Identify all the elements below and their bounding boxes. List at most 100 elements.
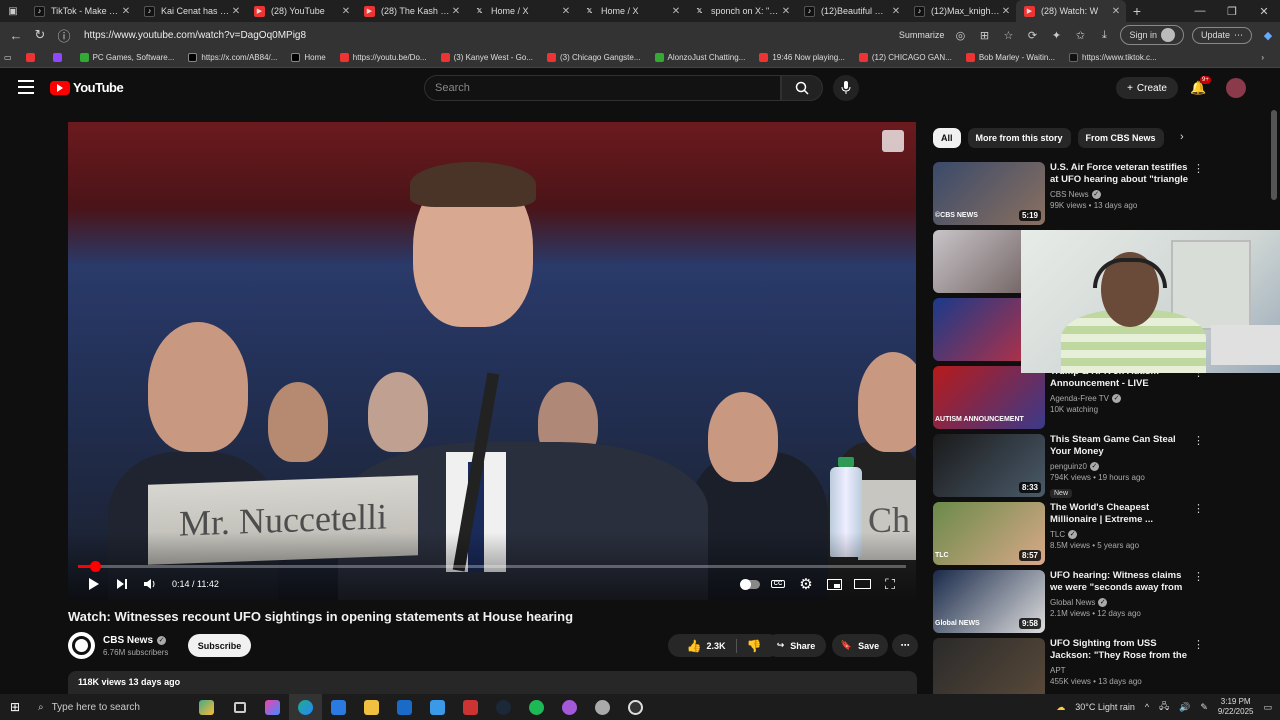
recommendation-channel[interactable]: Agenda-Free TV xyxy=(1050,394,1109,403)
recommendation-thumbnail[interactable]: Global NEWS 9:58 xyxy=(933,570,1045,633)
search-input[interactable] xyxy=(435,82,780,94)
widgets-icon[interactable] xyxy=(190,694,223,720)
tab-actions-icon[interactable]: ▣ xyxy=(0,0,26,22)
recommendation-item[interactable]: AUTISM ANNOUNCEMENT Trump & RFK Jr. Autis… xyxy=(933,366,1273,430)
bookmark-item[interactable]: Home xyxy=(291,53,326,62)
progress-bar[interactable] xyxy=(78,561,906,572)
user-avatar[interactable] xyxy=(1226,78,1246,98)
recommendation-menu-icon[interactable]: ⋮ xyxy=(1193,162,1204,175)
new-tab-button[interactable]: + xyxy=(1126,3,1148,19)
recommendation-thumbnail[interactable]: ©CBS NEWS 5:19 xyxy=(933,162,1045,225)
recommendation-thumbnail[interactable]: TLC 8:57 xyxy=(933,502,1045,565)
volume-button[interactable] xyxy=(136,572,164,596)
browser-tab[interactable]: ▶ (28) YouTube ✕ xyxy=(246,0,356,22)
voice-search-button[interactable] xyxy=(833,75,859,101)
close-tab-icon[interactable]: ✕ xyxy=(780,6,792,17)
like-button[interactable]: 👍 2.3K xyxy=(687,639,726,653)
recommendation-item[interactable]: UFO Sighting from USS Jackson: "They Ros… xyxy=(933,638,1273,702)
favorites-icon[interactable]: ✩ xyxy=(1072,29,1088,42)
recommendation-channel[interactable]: APT xyxy=(1050,666,1066,675)
chips-next-icon[interactable]: › xyxy=(1180,131,1184,143)
more-actions-button[interactable]: ⋯ xyxy=(892,634,918,657)
recommendation-menu-icon[interactable]: ⋮ xyxy=(1193,502,1204,515)
summarize-button[interactable]: Summarize xyxy=(899,30,945,40)
notifications-button[interactable]: 🔔 9+ xyxy=(1190,76,1211,96)
filter-chip[interactable]: From CBS News xyxy=(1077,128,1164,148)
recommendation-thumbnail[interactable]: 8:33 xyxy=(933,434,1045,497)
recommendation-title[interactable]: The World's Cheapest Millionaire | Extre… xyxy=(1050,502,1190,526)
close-tab-icon[interactable]: ✕ xyxy=(1110,6,1122,17)
refresh-extension-icon[interactable]: ⟳ xyxy=(1024,29,1040,42)
close-tab-icon[interactable]: ✕ xyxy=(230,6,242,17)
bookmark-item[interactable]: PC Games, Software... xyxy=(79,53,174,62)
search-button[interactable] xyxy=(781,75,823,101)
recommendation-thumbnail[interactable] xyxy=(933,638,1045,701)
page-scrollbar[interactable] xyxy=(1270,110,1278,690)
recommendation-menu-icon[interactable]: ⋮ xyxy=(1193,638,1204,651)
obs-icon[interactable] xyxy=(619,694,652,720)
copilot-app-icon[interactable] xyxy=(256,694,289,720)
recommendation-title[interactable]: This Steam Game Can Steal Your Money xyxy=(1050,434,1190,458)
app-grey-icon[interactable] xyxy=(586,694,619,720)
browser-tab[interactable]: ♪ TikTok - Make Your ✕ xyxy=(26,0,136,22)
channel-name[interactable]: CBS News xyxy=(103,635,153,646)
store-icon[interactable] xyxy=(322,694,355,720)
browser-tab[interactable]: ▶ (28) The Kash Patel✕ xyxy=(356,0,466,22)
close-tab-icon[interactable]: ✕ xyxy=(450,6,462,17)
close-window-icon[interactable]: ✕ xyxy=(1248,5,1280,18)
hamburger-menu-icon[interactable] xyxy=(18,80,34,94)
recommendation-item[interactable]: Global NEWS 9:58 UFO hearing: Witness clai… xyxy=(933,570,1273,634)
channel-avatar[interactable] xyxy=(68,632,95,659)
autoplay-toggle[interactable] xyxy=(736,572,764,596)
browser-tab[interactable]: 𝕏sponch on X: "Fram✕ xyxy=(686,0,796,22)
dislike-button[interactable]: 👎 xyxy=(747,639,762,653)
browser-tab[interactable]: 𝕏 Home / X ✕ xyxy=(466,0,576,22)
app-red-icon[interactable] xyxy=(454,694,487,720)
description-box[interactable]: 118K views 13 days ago xyxy=(68,671,917,695)
browser-tab[interactable]: 𝕏 Home / X ✕ xyxy=(576,0,686,22)
site-info-icon[interactable]: ⓘ xyxy=(52,26,76,45)
back-icon[interactable]: ← xyxy=(4,28,28,43)
copilot-icon[interactable]: ◆ xyxy=(1260,29,1276,42)
weather-text[interactable]: 30°C Light rain xyxy=(1075,702,1135,712)
bookmark-item[interactable]: https://youtu.be/Do... xyxy=(339,53,427,62)
filter-chip[interactable]: All xyxy=(933,128,961,148)
spotify-icon[interactable] xyxy=(520,694,553,720)
play-button[interactable] xyxy=(80,572,108,596)
captions-button[interactable]: CC xyxy=(764,572,792,596)
recommendation-item[interactable]: ©CBS NEWS 5:19 U.S. Air Force veteran test… xyxy=(933,162,1273,226)
bookmark-item[interactable]: 19:46 Now playing... xyxy=(759,53,845,62)
apps-icon[interactable]: ⊞ xyxy=(976,29,992,42)
outlook-icon[interactable] xyxy=(388,694,421,720)
theater-mode-button[interactable] xyxy=(848,572,876,596)
notification-center-icon[interactable]: ▭ xyxy=(1263,702,1272,713)
close-tab-icon[interactable]: ✕ xyxy=(120,6,132,17)
bookmark-item[interactable] xyxy=(52,53,66,62)
bookmark-item[interactable] xyxy=(25,53,39,62)
reader-icon[interactable]: ◎ xyxy=(952,29,968,42)
task-view-icon[interactable] xyxy=(223,694,256,720)
bookmark-folder-icon[interactable]: ▭ xyxy=(4,53,12,62)
close-tab-icon[interactable]: ✕ xyxy=(670,6,682,17)
bookmark-item[interactable]: Bob Marley - Waitin... xyxy=(965,53,1055,62)
close-tab-icon[interactable]: ✕ xyxy=(560,6,572,17)
bookmark-item[interactable]: (3) Kanye West - Go... xyxy=(440,53,533,62)
close-tab-icon[interactable]: ✕ xyxy=(340,6,352,17)
minimize-icon[interactable]: — xyxy=(1184,5,1216,18)
sign-in-button[interactable]: Sign in xyxy=(1120,25,1184,45)
bookmark-item[interactable]: (3) Chicago Gangste... xyxy=(547,53,641,62)
steam-icon[interactable] xyxy=(487,694,520,720)
bookmarks-more-icon[interactable]: › xyxy=(1261,53,1264,62)
create-button[interactable]: + Create xyxy=(1116,77,1178,99)
taskbar-search[interactable]: ⌕ Type here to search xyxy=(30,694,190,720)
browser-tab[interactable]: ▶ (28) Watch: W ✕ xyxy=(1016,0,1126,22)
recommendation-channel[interactable]: Global News xyxy=(1050,598,1095,607)
video-info-card-icon[interactable] xyxy=(882,130,904,152)
url-field[interactable]: https://www.youtube.com/watch?v=DagOq0MP… xyxy=(84,30,899,41)
download-icon[interactable]: ⤓ xyxy=(1096,29,1112,42)
bookmark-item[interactable]: https://www.tiktok.c... xyxy=(1069,53,1157,62)
start-button[interactable]: ⊞ xyxy=(0,700,30,714)
settings-button[interactable]: ⚙ xyxy=(792,572,820,596)
bookmark-item[interactable]: (12) CHICAGO GAN... xyxy=(858,53,952,62)
fullscreen-button[interactable]: ⛶ xyxy=(876,572,904,596)
